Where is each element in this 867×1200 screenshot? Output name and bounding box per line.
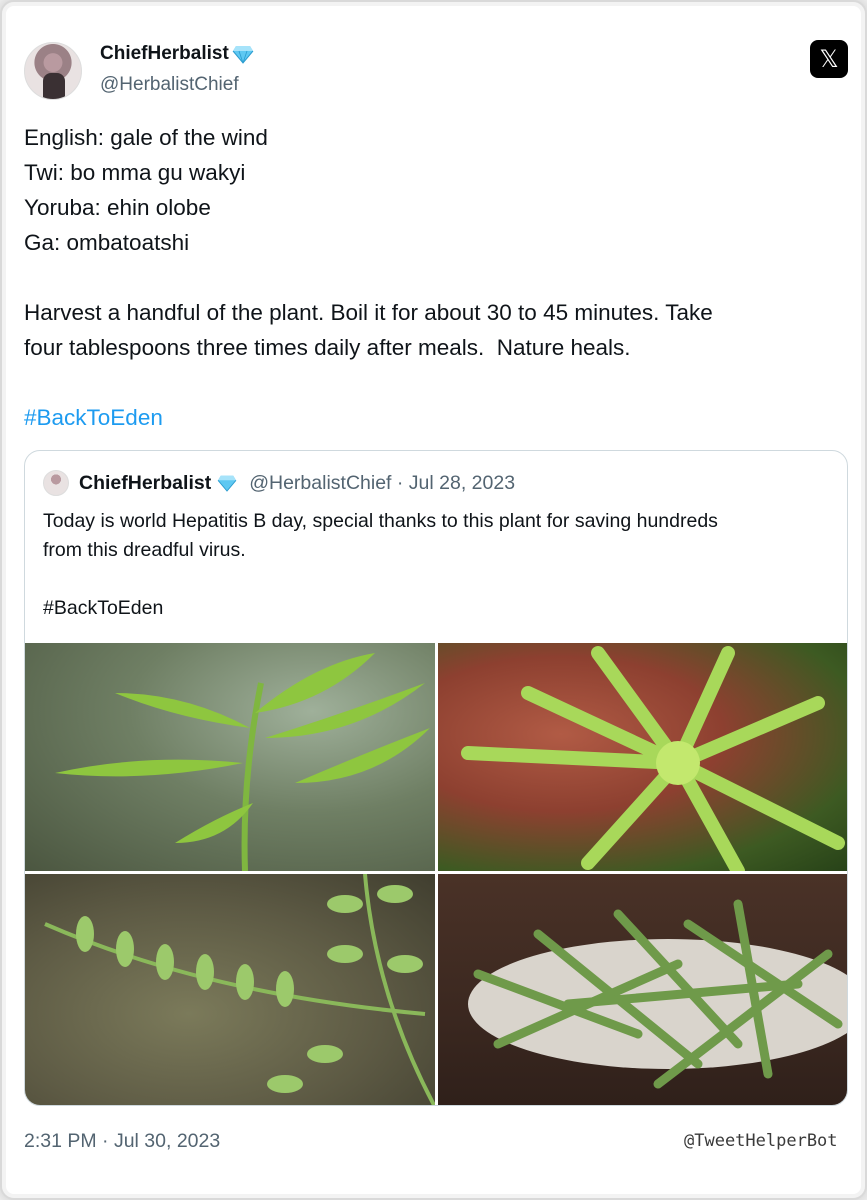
tweet-line-twi: Twi: bo mma gu wakyi bbox=[24, 160, 246, 185]
plant-photo-1[interactable] bbox=[25, 643, 435, 871]
author-handle[interactable]: @HerbalistChief bbox=[100, 74, 239, 96]
tweet-line-english: English: gale of the wind bbox=[24, 125, 268, 150]
tweet-card: ChiefHerbalist @HerbalistChief 𝕏 English… bbox=[0, 0, 867, 1200]
quoted-verified-diamond-icon bbox=[217, 475, 237, 492]
tweet-timestamp[interactable]: 2:31 PM · Jul 30, 2023 bbox=[24, 1130, 220, 1153]
tweet-line-ga: Ga: ombatoatshi bbox=[24, 230, 190, 255]
plant-photo-2[interactable] bbox=[438, 643, 847, 871]
quoted-tweet[interactable]: ChiefHerbalist @HerbalistChief · Jul 28,… bbox=[24, 450, 848, 1106]
quoted-author-handle-date[interactable]: @HerbalistChief · Jul 28, 2023 bbox=[249, 472, 515, 495]
plant-photo-4[interactable] bbox=[438, 874, 847, 1105]
quoted-author-name[interactable]: ChiefHerbalist bbox=[79, 472, 211, 495]
quoted-tweet-text: Today is world Hepatitis B day, special … bbox=[43, 507, 833, 623]
tweet-body-line-2: four tablespoons three times daily after… bbox=[24, 335, 631, 360]
media-grid bbox=[25, 643, 847, 1105]
quoted-author-avatar[interactable] bbox=[43, 470, 69, 496]
verified-diamond-icon bbox=[232, 46, 254, 64]
author-name[interactable]: ChiefHerbalist bbox=[100, 43, 229, 65]
tweet-text: English: gale of the wind Twi: bo mma gu… bbox=[24, 120, 844, 435]
tweet-line-yoruba: Yoruba: ehin olobe bbox=[24, 195, 211, 220]
quoted-text-line-2: from this dreadful virus. bbox=[43, 539, 246, 561]
hashtag-link[interactable]: #BackToEden bbox=[24, 400, 844, 435]
quoted-tweet-header: ChiefHerbalist @HerbalistChief · Jul 28,… bbox=[43, 470, 515, 496]
tweet-body-line-1: Harvest a handful of the plant. Boil it … bbox=[24, 300, 713, 325]
watermark: @TweetHelperBot bbox=[684, 1131, 838, 1151]
quoted-text-line-1: Today is world Hepatitis B day, special … bbox=[43, 510, 718, 532]
author-avatar[interactable] bbox=[24, 42, 82, 100]
x-logo-icon[interactable]: 𝕏 bbox=[810, 40, 848, 78]
quoted-hashtag[interactable]: #BackToEden bbox=[43, 594, 833, 623]
author-name-row[interactable]: ChiefHerbalist bbox=[100, 43, 254, 65]
plant-photo-3[interactable] bbox=[25, 874, 435, 1105]
